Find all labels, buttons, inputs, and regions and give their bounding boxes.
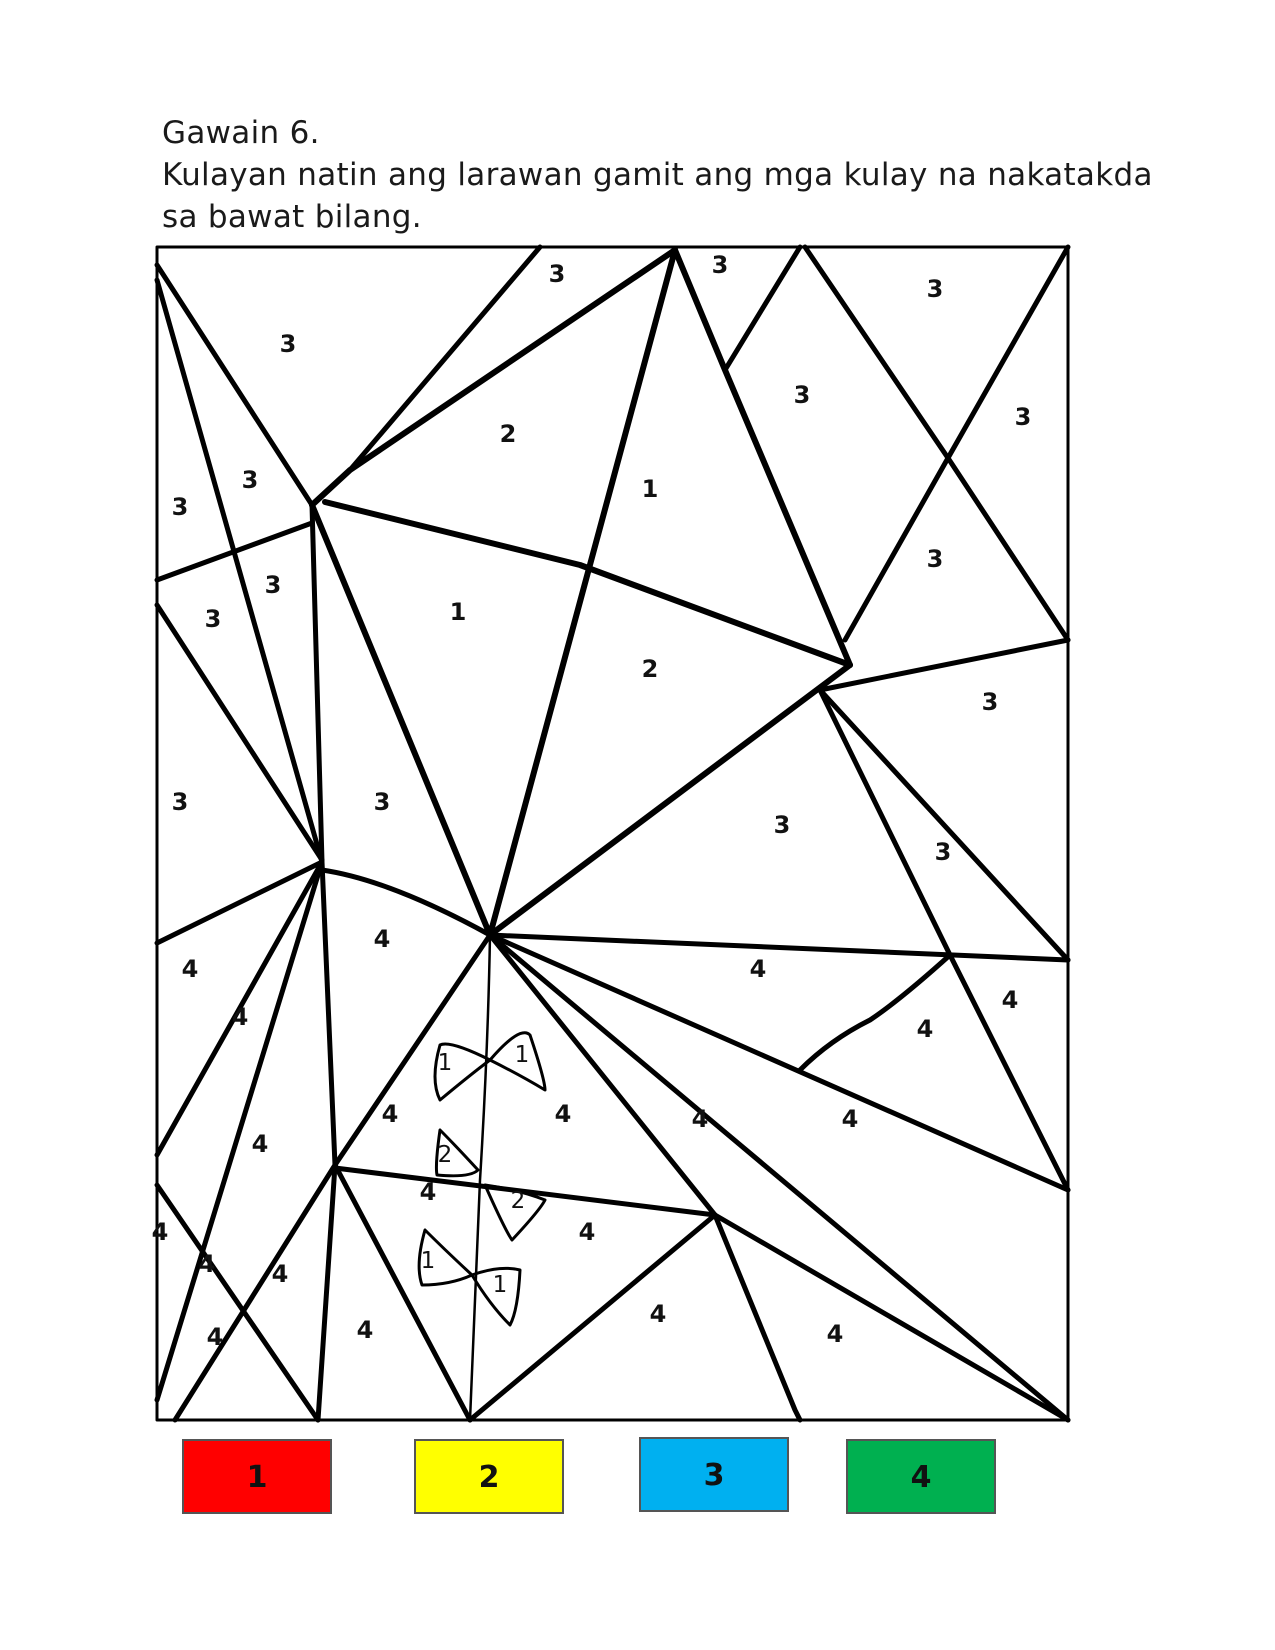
region-number: 4	[579, 1218, 596, 1246]
region-number: 3	[172, 493, 189, 521]
region-number: 4	[1002, 986, 1019, 1014]
region-number: 4	[842, 1105, 859, 1133]
region-number: 4	[199, 1250, 216, 1278]
region-number: 3	[935, 838, 952, 866]
region-number: 4	[182, 955, 199, 983]
region-number: 4	[827, 1320, 844, 1348]
region-number: 3	[927, 545, 944, 573]
region-number: 4	[272, 1260, 289, 1288]
region-number: 1	[515, 1042, 530, 1068]
region-number: 3	[1015, 403, 1032, 431]
region-number: 4	[917, 1015, 934, 1043]
picture-lines	[154, 244, 1071, 1423]
region-number: 4	[692, 1105, 709, 1133]
region-number: 4	[252, 1130, 269, 1158]
region-number: 4	[152, 1218, 169, 1246]
region-number: 3	[794, 381, 811, 409]
region-number: 3	[242, 466, 259, 494]
picture-frame	[155, 245, 1070, 1422]
region-number: 4	[650, 1300, 667, 1328]
kite-outline	[309, 247, 853, 938]
region-number: 2	[642, 655, 659, 683]
region-number: 4	[420, 1178, 437, 1206]
region-number: 2	[511, 1188, 526, 1214]
color-swatch-number: 3	[704, 1458, 725, 1493]
region-number: 4	[382, 1100, 399, 1128]
region-number: 2	[438, 1142, 453, 1168]
region-number: 1	[450, 598, 467, 626]
region-number: 3	[374, 788, 391, 816]
coloring-picture: 3 3 3 3 3 3 3 3 3 3 3 3 3 3 3 3 2 1 1 2 …	[152, 244, 1071, 1514]
color-key: 1 2 3 4	[182, 1437, 996, 1514]
region-number: 3	[265, 571, 282, 599]
region-number: 4	[232, 1003, 249, 1031]
region-number: 4	[207, 1323, 224, 1351]
region-number: 3	[205, 605, 222, 633]
region-number: 3	[774, 811, 791, 839]
region-number: 4	[357, 1316, 374, 1344]
region-number: 1	[642, 475, 659, 503]
region-number: 2	[500, 420, 517, 448]
region-number: 4	[374, 925, 391, 953]
region-number: 1	[421, 1248, 436, 1274]
kite-string	[468, 934, 492, 1421]
region-number: 1	[438, 1050, 453, 1076]
sky-numbers: 3 3 3 3 3 3 3 3 3 3 3 3 3 3 3 3	[172, 251, 1032, 866]
region-number: 3	[982, 688, 999, 716]
kite-numbers: 2 1 1 2	[450, 420, 659, 683]
region-number: 4	[555, 1100, 572, 1128]
color-swatch-number: 2	[479, 1460, 500, 1495]
color-swatch-number: 4	[911, 1460, 932, 1495]
region-number: 3	[280, 330, 297, 358]
region-number: 3	[712, 251, 729, 279]
region-number: 1	[493, 1272, 508, 1298]
color-swatch-number: 1	[247, 1460, 268, 1495]
region-number: 4	[750, 955, 767, 983]
region-number: 3	[549, 260, 566, 288]
region-number: 3	[927, 275, 944, 303]
region-number: 3	[172, 788, 189, 816]
